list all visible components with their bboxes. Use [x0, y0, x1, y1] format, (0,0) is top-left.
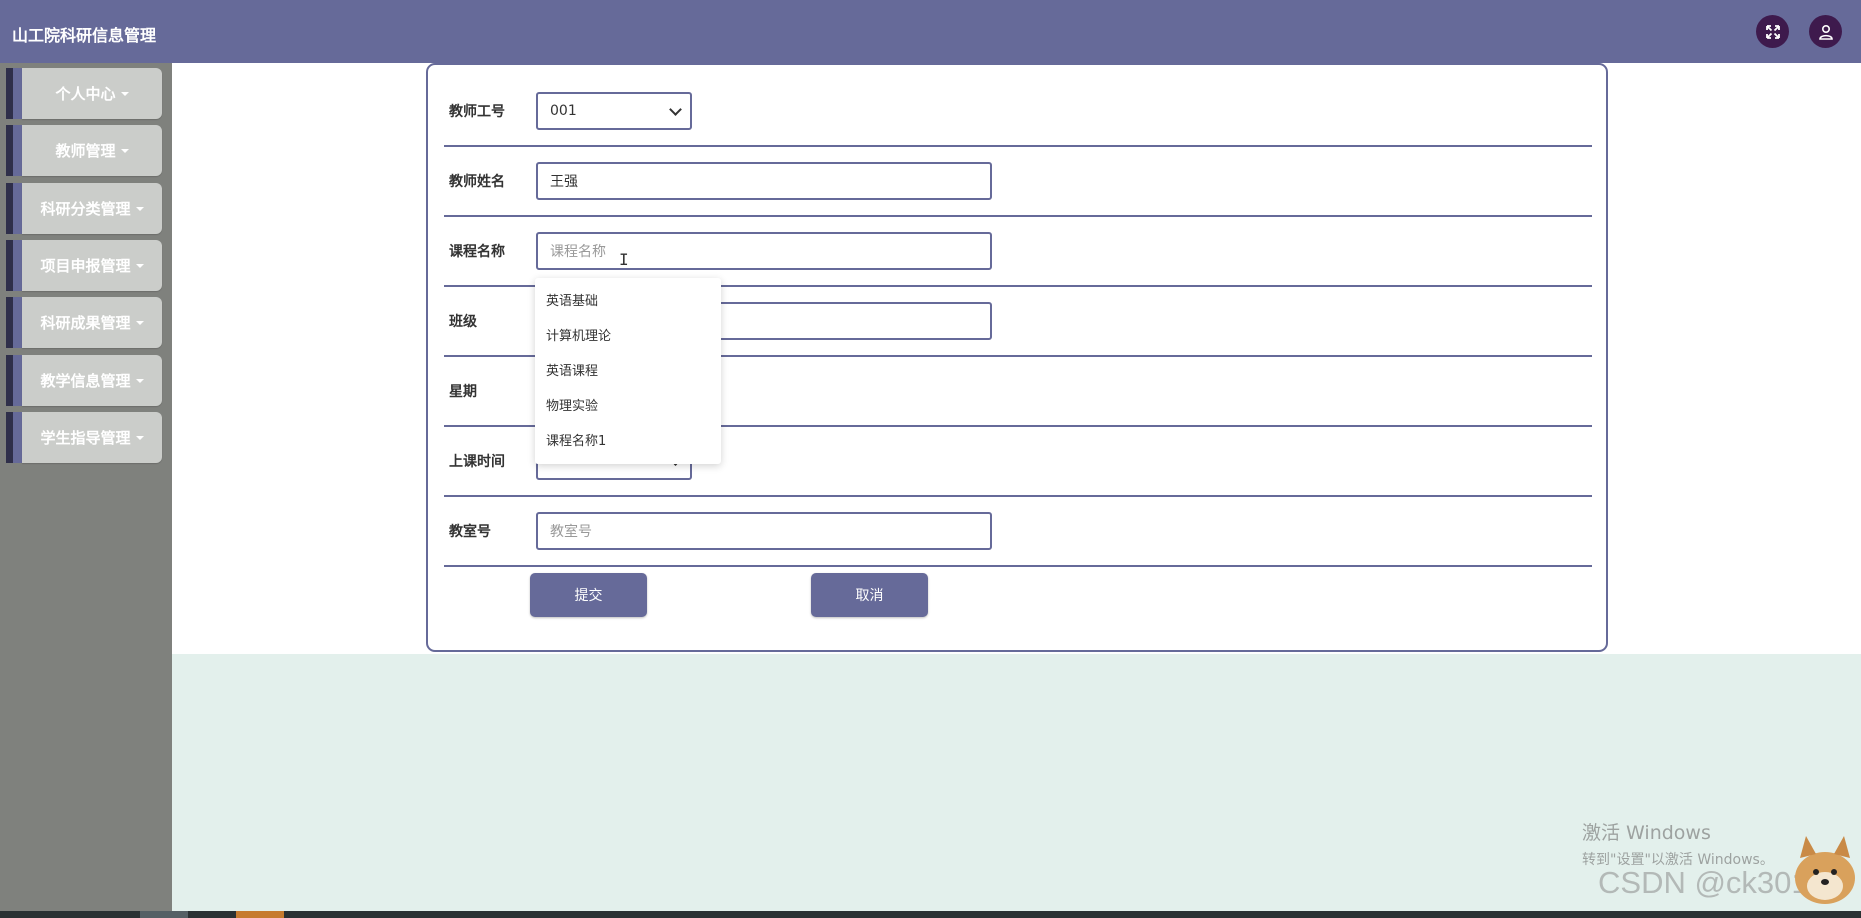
teacher-id-value: 001	[550, 103, 577, 119]
user-icon	[1818, 24, 1833, 40]
sidebar-item-research-category[interactable]: 科研分类管理	[6, 183, 162, 234]
course-name-dropdown: 英语基础 计算机理论 英语课程 物理实验 课程名称1	[535, 278, 721, 464]
sidebar-item-label: 教师管理	[55, 142, 116, 160]
sidebar-item-personal-center[interactable]: 个人中心	[6, 68, 162, 119]
room-input[interactable]: 教室号	[536, 512, 992, 550]
teacher-id-label: 教师工号	[449, 104, 505, 120]
class-label: 班级	[449, 314, 477, 330]
taskbar-item[interactable]	[140, 911, 188, 918]
caret-down-icon	[135, 320, 144, 325]
course-name-placeholder: 课程名称	[550, 244, 606, 260]
dropdown-option[interactable]: 计算机理论	[546, 325, 611, 344]
cancel-button[interactable]: 取消	[811, 573, 928, 617]
dropdown-option[interactable]: 课程名称1	[546, 430, 606, 449]
sidebar-item-label: 项目申报管理	[40, 257, 131, 275]
dropdown-option[interactable]: 物理实验	[546, 395, 598, 414]
submit-button[interactable]: 提交	[530, 573, 647, 617]
caret-down-icon	[135, 206, 144, 211]
teacher-name-value: 王强	[550, 174, 578, 190]
room-label: 教室号	[449, 524, 491, 540]
sidebar-item-project-application[interactable]: 项目申报管理	[6, 240, 162, 291]
fullscreen-button[interactable]	[1756, 15, 1789, 48]
sidebar-item-label: 个人中心	[55, 85, 116, 103]
class-time-label: 上课时间	[449, 454, 505, 470]
app-title: 山工院科研信息管理	[12, 26, 157, 45]
top-header: 山工院科研信息管理	[0, 0, 1861, 63]
sidebar-item-teacher-management[interactable]: 教师管理	[6, 125, 162, 176]
form-row-teacher-id: 教师工号 001	[444, 77, 1592, 147]
caret-down-icon	[135, 378, 144, 383]
sidebar: 个人中心 教师管理 科研分类管理 项目申报管理 科研成果管理 教学信息管理 学生…	[0, 63, 172, 918]
form-actions: 提交 取消	[444, 573, 1592, 619]
caret-down-icon	[120, 91, 129, 96]
caret-down-icon	[135, 435, 144, 440]
activation-title: 激活 Windows	[1582, 822, 1711, 844]
teacher-name-label: 教师姓名	[449, 174, 505, 190]
dropdown-option[interactable]: 英语基础	[546, 290, 598, 309]
sidebar-item-student-guidance[interactable]: 学生指导管理	[6, 412, 162, 463]
room-placeholder: 教室号	[550, 524, 592, 540]
form-row-course-name: 课程名称 课程名称	[444, 217, 1592, 287]
form-row-teacher-name: 教师姓名 王强	[444, 147, 1592, 217]
fullscreen-icon	[1765, 24, 1780, 39]
caret-down-icon	[120, 148, 129, 153]
form-row-room: 教室号 教室号	[444, 497, 1592, 567]
teacher-name-input[interactable]: 王强	[536, 162, 992, 200]
sidebar-item-research-results[interactable]: 科研成果管理	[6, 297, 162, 348]
taskbar-item[interactable]	[236, 911, 284, 918]
weekday-label: 星期	[449, 384, 477, 400]
chevron-down-icon	[669, 102, 682, 116]
caret-down-icon	[135, 263, 144, 268]
sidebar-item-label: 科研分类管理	[40, 200, 131, 218]
sidebar-item-label: 科研成果管理	[40, 314, 131, 332]
course-name-input[interactable]: 课程名称	[536, 232, 992, 270]
sidebar-item-label: 教学信息管理	[40, 372, 131, 390]
os-taskbar	[0, 911, 1861, 918]
windows-activation-watermark: 激活 Windows 转到"设置"以激活 Windows。	[1582, 818, 1774, 869]
sidebar-item-teaching-info[interactable]: 教学信息管理	[6, 355, 162, 406]
user-button[interactable]	[1809, 15, 1842, 48]
text-cursor-icon: I	[619, 250, 629, 269]
dropdown-option[interactable]: 英语课程	[546, 360, 598, 379]
dog-mascot-icon	[1795, 836, 1855, 904]
course-name-label: 课程名称	[449, 244, 505, 260]
sidebar-item-label: 学生指导管理	[40, 429, 131, 447]
teacher-id-select[interactable]: 001	[536, 92, 692, 130]
